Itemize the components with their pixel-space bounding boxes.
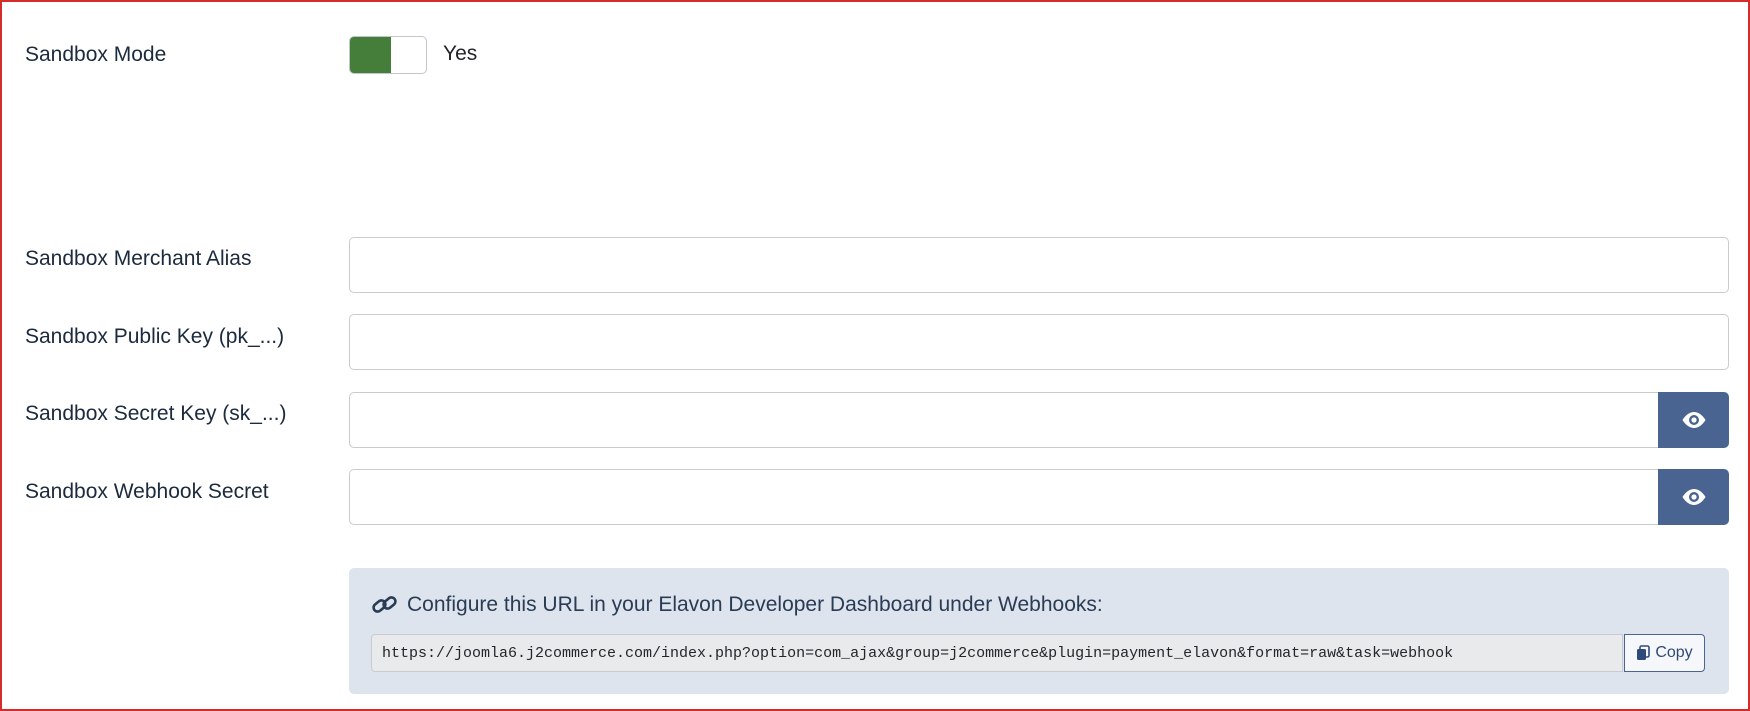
copy-url-button[interactable]: Copy [1624, 634, 1705, 672]
link-icon [372, 596, 397, 613]
webhook-secret-label: Sandbox Webhook Secret [25, 480, 269, 503]
webhook-secret-field-wrapper [349, 469, 1659, 525]
merchant-alias-label: Sandbox Merchant Alias [25, 247, 252, 270]
webhook-url-text: https://joomla6.j2commerce.com/index.php… [382, 644, 1454, 662]
merchant-alias-field-wrapper [349, 237, 1729, 293]
merchant-alias-input[interactable] [350, 238, 1728, 292]
webhook-info-message: Configure this URL in your Elavon Develo… [407, 593, 1103, 616]
webhook-secret-input[interactable] [350, 470, 1659, 524]
secret-key-label: Sandbox Secret Key (sk_...) [25, 402, 287, 425]
webhook-url-field[interactable]: https://joomla6.j2commerce.com/index.php… [371, 634, 1623, 672]
sandbox-mode-label: Sandbox Mode [25, 43, 167, 66]
secret-key-field-wrapper [349, 392, 1659, 448]
webhook-info-heading: Configure this URL in your Elavon Develo… [371, 593, 1103, 617]
copy-icon [1637, 645, 1651, 660]
secret-key-input[interactable] [350, 393, 1659, 447]
sandbox-mode-toggle[interactable] [349, 36, 427, 74]
public-key-field-wrapper [349, 314, 1729, 370]
copy-button-label: Copy [1655, 644, 1693, 661]
secret-key-reveal-button[interactable] [1658, 392, 1729, 448]
public-key-label: Sandbox Public Key (pk_...) [25, 325, 285, 348]
webhook-info-box: Configure this URL in your Elavon Develo… [349, 568, 1729, 694]
toggle-on-indicator [350, 37, 391, 73]
public-key-input[interactable] [350, 315, 1728, 369]
eye-icon [1682, 489, 1705, 505]
sandbox-mode-state: Yes [443, 42, 478, 65]
eye-icon [1682, 412, 1705, 428]
webhook-secret-reveal-button[interactable] [1658, 469, 1729, 525]
